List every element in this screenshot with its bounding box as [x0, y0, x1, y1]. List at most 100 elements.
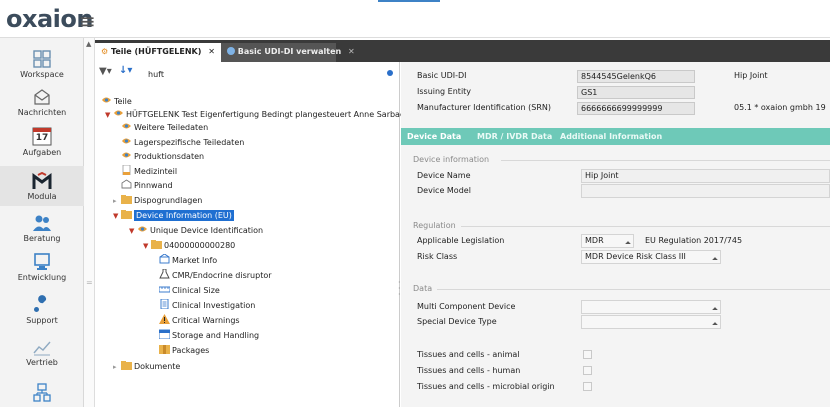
- applicable-legislation-label: Applicable Legislation: [417, 236, 505, 245]
- nav-label: Modula: [27, 192, 57, 201]
- nav-beratung[interactable]: Beratung: [0, 214, 84, 243]
- tissues-animal-checkbox[interactable]: [583, 350, 592, 359]
- tree-node-weitere-teiledaten[interactable]: Weitere Teiledaten: [121, 121, 208, 135]
- tree-node-market-info[interactable]: Market Info: [159, 254, 217, 268]
- nav-label: Workspace: [20, 70, 64, 79]
- device-model-field[interactable]: [581, 184, 830, 198]
- hamburger-icon[interactable]: ≡: [79, 9, 96, 33]
- tree-node-produktionsdaten[interactable]: Produktionsdaten: [121, 150, 204, 164]
- tab-bar: ⚙ Teile (HÜFTGELENK) ✕ Basic UDI-DI verw…: [95, 40, 830, 62]
- device-name-label: Device Name: [417, 171, 471, 180]
- parts-icon: ⚙: [101, 47, 109, 56]
- market-icon: [159, 254, 170, 264]
- tree-node-dispogrundlagen[interactable]: ▸ Dispogrundlagen: [113, 194, 202, 208]
- srn-value: 6666666699999999: [577, 102, 695, 115]
- tree-node-device-information[interactable]: ▼ Device Information (EU): [113, 209, 234, 223]
- special-device-type-select[interactable]: [581, 315, 721, 329]
- tree-node-udi-number[interactable]: ▼ 04000000000280: [143, 239, 235, 253]
- tree-node-cmr[interactable]: CMR/Endocrine disruptor: [159, 269, 272, 283]
- medical-doc-icon: [122, 165, 131, 175]
- folder-icon: [151, 240, 162, 249]
- srn-label: Manufacturer Identification (SRN): [417, 103, 551, 112]
- ruler-icon: [159, 286, 170, 293]
- applicable-legislation-select[interactable]: MDR: [581, 234, 634, 248]
- wrench-icon: [34, 295, 47, 312]
- tissues-microbial-label: Tissues and cells - microbial origin: [417, 382, 555, 391]
- srn-extra: 05.1 * oxaion gmbh 19: [734, 103, 826, 112]
- org-chart-icon[interactable]: [33, 383, 51, 403]
- legislation-description: EU Regulation 2017/745: [645, 236, 743, 245]
- tree-node-udi[interactable]: ▼ Unique Device Identification: [129, 224, 263, 238]
- tree-node-medizinteil[interactable]: Medizinteil: [121, 165, 177, 179]
- parts-icon: [122, 138, 131, 144]
- tree-node-critical-warnings[interactable]: Critical Warnings: [159, 314, 240, 328]
- nav-nachrichten[interactable]: Nachrichten: [0, 88, 84, 117]
- tissues-human-label: Tissues and cells - human: [417, 366, 521, 375]
- risk-class-select[interactable]: MDR Device Risk Class III: [581, 250, 721, 264]
- nav-support[interactable]: Support: [0, 294, 84, 325]
- subtab-additional-info[interactable]: Additional Information: [554, 128, 668, 145]
- envelope-icon: [34, 89, 50, 105]
- tree-node-hueftgelenk[interactable]: ▼ HÜFTGELENK Test Eigenfertigung Bedingt …: [105, 108, 409, 122]
- parts-icon: [114, 110, 123, 116]
- status-dot-icon: [387, 70, 393, 76]
- tree-node-dokumente[interactable]: ▸ Dokumente: [113, 360, 180, 374]
- gutter-handle-icon[interactable]: =: [86, 278, 93, 287]
- collapse-up-icon[interactable]: ▲: [86, 40, 91, 48]
- filter-row: ▼▾ ↓▾: [95, 62, 400, 84]
- multi-component-select[interactable]: [581, 300, 721, 314]
- sort-icon[interactable]: ↓▾: [119, 65, 132, 76]
- section-data: Data: [413, 284, 433, 293]
- tree-filter-input[interactable]: [148, 66, 370, 82]
- document-icon: [160, 299, 169, 309]
- tissues-microbial-checkbox[interactable]: [583, 382, 592, 391]
- section-device-information: Device information: [413, 155, 490, 164]
- tree-node-clinical-size[interactable]: Clinical Size: [159, 284, 220, 298]
- tab-teile[interactable]: ⚙ Teile (HÜFTGELENK) ✕: [95, 43, 221, 62]
- calendar-badge: 17: [35, 133, 49, 143]
- risk-class-label: Risk Class: [417, 252, 458, 261]
- risk-class-selected-value: MDR Device Risk Class III: [585, 252, 686, 261]
- close-icon[interactable]: ✕: [348, 47, 355, 56]
- filter-icon[interactable]: ▼▾: [99, 66, 112, 77]
- tree-node-lagerspezifische[interactable]: Lagerspezifische Teiledaten: [121, 136, 244, 150]
- device-name-field[interactable]: Hip Joint: [581, 169, 830, 183]
- dropdown-arrow-icon: [712, 322, 718, 328]
- nav-label: Vertrieb: [26, 358, 58, 367]
- tree-node-packages[interactable]: Packages: [159, 344, 209, 358]
- tree-node-pinnwand[interactable]: Pinnwand: [121, 179, 173, 193]
- nav-label: Aufgaben: [22, 148, 62, 157]
- multi-component-label: Multi Component Device: [417, 302, 516, 311]
- subtab-device-data[interactable]: Device Data: [401, 128, 467, 145]
- legislation-selected-value: MDR: [585, 236, 604, 245]
- tissues-animal-label: Tissues and cells - animal: [417, 350, 520, 359]
- nav-aufgaben[interactable]: 17 Aufgaben: [0, 126, 84, 157]
- tab-label: Basic UDI-DI verwalten: [237, 47, 342, 56]
- parts-icon: [122, 152, 131, 158]
- nav-workspace[interactable]: Workspace: [0, 50, 84, 79]
- m-logo-icon: [32, 172, 52, 189]
- dropdown-arrow-icon: [712, 257, 718, 263]
- folder-icon: [121, 361, 132, 370]
- nav-vertrieb[interactable]: Vertrieb: [0, 338, 84, 367]
- close-icon[interactable]: ✕: [208, 47, 215, 56]
- subtab-mdr-ivdr[interactable]: MDR / IVDR Data: [471, 128, 558, 145]
- collapse-gutter[interactable]: ▲ =: [84, 38, 95, 407]
- nav-label: Beratung: [23, 234, 61, 243]
- flask-icon: [159, 269, 170, 279]
- issuing-entity-value: GS1: [577, 86, 695, 99]
- tissues-human-checkbox[interactable]: [583, 366, 592, 375]
- parts-icon: [122, 123, 131, 129]
- folder-icon: [121, 195, 132, 204]
- tree-node-teile[interactable]: Teile: [101, 95, 132, 109]
- nav-modula[interactable]: Modula: [0, 166, 84, 206]
- tree-node-clinical-investigation[interactable]: Clinical Investigation: [159, 299, 255, 313]
- top-accent-line: [378, 0, 440, 2]
- basic-udi-extra: Hip Joint: [734, 71, 768, 80]
- detail-panel: Basic UDI-DI 8544545GelenkQ6 Hip Joint I…: [401, 62, 830, 407]
- nav-entwicklung[interactable]: Entwicklung: [0, 253, 84, 282]
- globe-icon: [227, 47, 235, 55]
- tree-node-storage-handling[interactable]: Storage and Handling: [159, 329, 259, 343]
- nav-label: Entwicklung: [17, 273, 67, 282]
- tab-basic-udi[interactable]: Basic UDI-DI verwalten ✕: [221, 43, 355, 62]
